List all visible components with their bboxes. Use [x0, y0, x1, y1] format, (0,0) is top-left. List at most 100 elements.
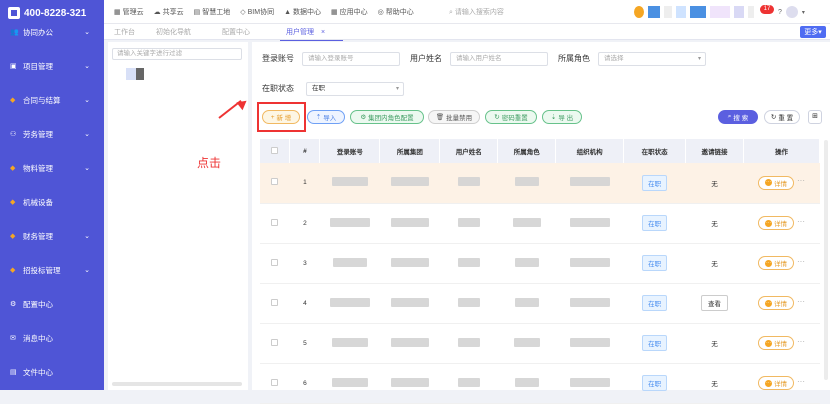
table-row[interactable]: 5 在职无 ··· 详情 ···	[260, 323, 820, 364]
avatar[interactable]	[785, 6, 798, 18]
top-nav-item[interactable]: ▦ 管理云	[114, 7, 144, 17]
row-checkbox[interactable]	[260, 363, 290, 404]
cell-account	[319, 163, 380, 204]
tree-node[interactable]	[126, 68, 144, 80]
detail-button[interactable]: ··· 详情	[758, 376, 794, 390]
column-settings-icon[interactable]: ⊞	[808, 110, 822, 124]
row-checkbox[interactable]	[260, 283, 290, 324]
tab-user-management[interactable]: 用户管理 ×	[279, 27, 344, 41]
cell-group	[379, 363, 440, 404]
table-row[interactable]: 4 在职 查看 ··· 详情 ···	[260, 283, 820, 324]
status-select[interactable]: 在职 ▾	[306, 82, 404, 96]
cell-actions: ··· 详情 ···	[743, 283, 820, 324]
import-button[interactable]: ⇡ 导入	[307, 110, 345, 124]
row-index: 4	[289, 283, 320, 324]
cell-group	[379, 163, 440, 204]
user-chip[interactable]	[690, 6, 706, 18]
redacted-text	[513, 337, 540, 347]
tree-scrollbar[interactable]	[112, 382, 242, 386]
search-button[interactable]: ⌕ 搜 索	[718, 110, 758, 124]
global-search[interactable]: ⌕ 请输入搜索内容	[449, 7, 504, 17]
app-icon[interactable]	[648, 6, 660, 18]
sidebar-item[interactable]: ▣ 项目管理 ⌄	[0, 56, 104, 76]
password-reset-button[interactable]: ↻ 密码重置	[485, 110, 537, 124]
sidebar-item[interactable]: ◆ 机械设备	[0, 192, 104, 212]
more-actions-icon[interactable]: ···	[797, 257, 805, 266]
more-actions-icon[interactable]: ···	[797, 176, 805, 185]
cell-org	[555, 203, 624, 244]
table-row[interactable]: 3 在职无 ··· 详情 ···	[260, 243, 820, 284]
batch-disable-button[interactable]: 🗑 批量禁用	[428, 110, 480, 124]
sidebar-item[interactable]: ⚙ 配置中心	[0, 294, 104, 314]
tree-search-input[interactable]: 请输入关键字进行过滤	[112, 48, 242, 60]
sidebar-item[interactable]: ✉ 消息中心	[0, 328, 104, 348]
redacted-text	[569, 297, 610, 307]
top-nav-item[interactable]: ▦ 应用中心	[331, 7, 368, 17]
cell-status: 在职	[623, 203, 686, 244]
table-row[interactable]: 1 在职无 ··· 详情 ···	[260, 163, 820, 204]
top-nav-item[interactable]: ◎ 帮助中心	[378, 7, 414, 17]
project-icon: ▣	[10, 63, 17, 70]
top-nav-label: 数据中心	[293, 9, 322, 16]
header-index: #	[289, 139, 321, 163]
view-invite-button[interactable]: 查看	[701, 295, 729, 311]
detail-label: 详情	[774, 341, 787, 348]
export-button[interactable]: ⇣ 导 出	[542, 110, 582, 124]
sidebar-item[interactable]: ⚇ 劳务管理 ⌄	[0, 124, 104, 144]
chevron-down-icon[interactable]: ▾	[802, 9, 805, 16]
row-checkbox[interactable]	[260, 163, 290, 204]
more-actions-icon[interactable]: ···	[797, 297, 805, 306]
redacted-text	[457, 257, 480, 267]
cell-group	[379, 323, 440, 364]
row-checkbox[interactable]	[260, 243, 290, 284]
help-icon[interactable]: ?	[778, 9, 782, 16]
account-input[interactable]: 请输入登录账号	[302, 52, 400, 66]
tab-init-nav[interactable]: 初始化导航	[156, 27, 191, 37]
detail-button[interactable]: ··· 详情	[758, 175, 794, 190]
detail-button[interactable]: ··· 详情	[758, 256, 794, 270]
select-all-checkbox[interactable]	[260, 139, 291, 163]
row-checkbox[interactable]	[260, 323, 290, 364]
group-role-config-button[interactable]: ⚙ 集团内角色配置	[350, 110, 424, 124]
cell-username	[439, 323, 498, 364]
sidebar-item[interactable]: ◆ 合同与结算 ⌄	[0, 90, 104, 110]
cell-actions: ··· 详情 ···	[743, 203, 820, 244]
reset-button[interactable]: ↻ 重 置	[764, 110, 800, 124]
sidebar-item[interactable]: ◆ 招投标管理 ⌄	[0, 260, 104, 280]
cell-invite[interactable]: 查看	[685, 283, 744, 324]
org-chip[interactable]	[734, 6, 744, 18]
annotation-text: 点击	[197, 156, 222, 170]
more-actions-icon[interactable]: ···	[797, 377, 805, 386]
more-actions-icon[interactable]: ···	[797, 217, 805, 226]
top-nav-item[interactable]: ▲ 数据中心	[284, 7, 321, 17]
top-nav-item[interactable]: ☁ 共享云	[154, 7, 184, 17]
detail-button[interactable]: ··· 详情	[758, 296, 794, 310]
detail-button[interactable]: ··· 详情	[758, 336, 794, 350]
table-row[interactable]: 6 在职无 ··· 详情 ···	[260, 363, 820, 404]
sidebar-item[interactable]: ◆ 物料管理 ⌄	[0, 158, 104, 178]
sidebar-item[interactable]: ◆ 财务管理 ⌄	[0, 226, 104, 246]
notification-icon[interactable]: 17	[758, 5, 774, 19]
tab-workbench[interactable]: 工作台	[114, 27, 135, 37]
vertical-scrollbar[interactable]	[824, 140, 828, 380]
more-actions-icon[interactable]: ···	[797, 337, 805, 346]
sidebar-item[interactable]: ▤ 文件中心	[0, 362, 104, 382]
header-invite: 邀请链接	[685, 139, 744, 163]
role-select[interactable]: 请选择 ▾	[598, 52, 706, 66]
diamond-icon: ◆	[10, 165, 16, 172]
top-nav-item[interactable]: ▤ 智慧工地	[194, 7, 231, 17]
coin-icon[interactable]	[634, 6, 644, 18]
sidebar-item[interactable]: 👥 协同办公 ⌄	[0, 22, 104, 42]
user-chip-2[interactable]	[710, 6, 730, 18]
name-input[interactable]: 请输入用户姓名	[450, 52, 548, 66]
highlight-box	[257, 102, 306, 132]
row-checkbox[interactable]	[260, 203, 290, 244]
table-row[interactable]: 2 在职无 ··· 详情 ···	[260, 203, 820, 244]
tab-config-center[interactable]: 配置中心	[222, 27, 250, 37]
detail-button[interactable]: ··· 详情	[758, 216, 794, 230]
top-nav-item[interactable]: ◇ BIM协同	[240, 7, 274, 17]
more-button[interactable]: 更多 ▾	[800, 26, 826, 38]
close-icon[interactable]: ×	[321, 29, 325, 36]
redacted-text	[329, 297, 370, 307]
grid-icon[interactable]	[676, 6, 686, 18]
